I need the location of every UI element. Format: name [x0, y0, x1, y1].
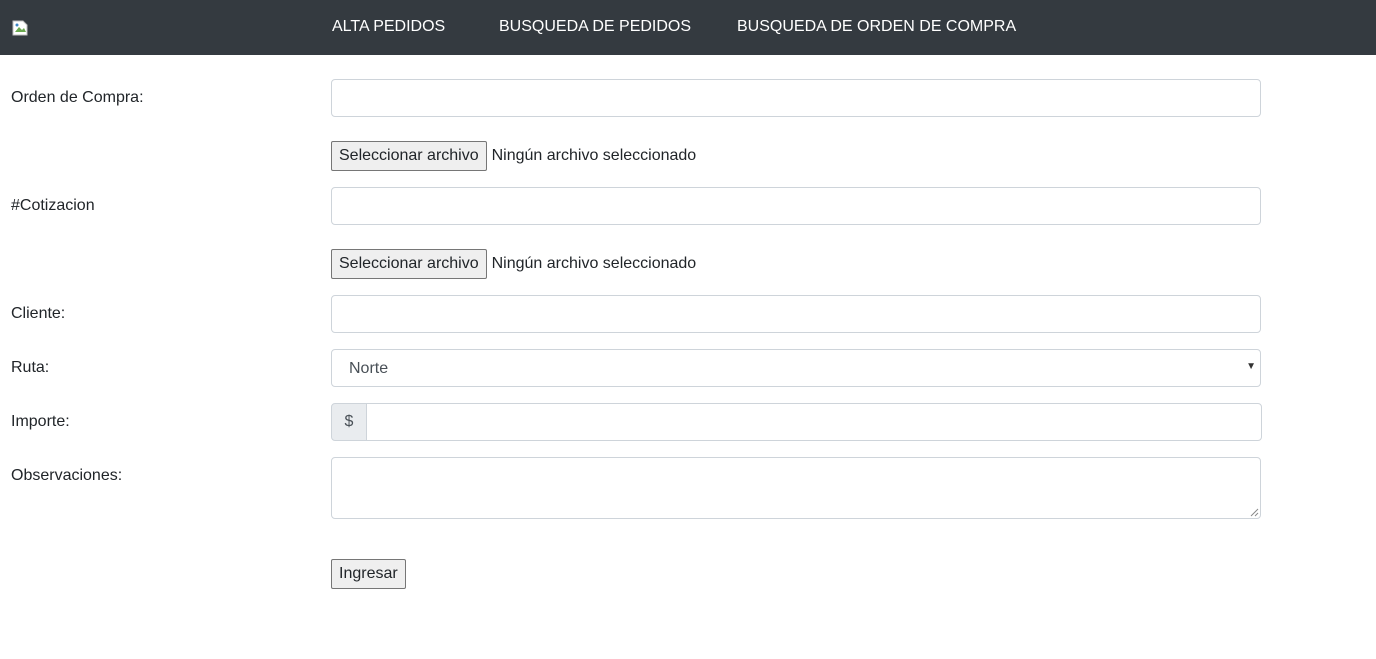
cotizacion-file-status: Ningún archivo seleccionado	[491, 255, 697, 272]
cotizacion-input[interactable]	[331, 187, 1261, 225]
orden-compra-file-picker: Seleccionar archivo Ningún archivo selec…	[331, 141, 696, 171]
cliente-label: Cliente:	[11, 305, 66, 322]
orden-compra-file-button[interactable]: Seleccionar archivo	[331, 141, 487, 171]
chevron-down-icon: ▼	[1246, 361, 1256, 372]
observaciones-label: Observaciones:	[11, 467, 123, 484]
ruta-select[interactable]: Norte ▼	[331, 349, 1261, 387]
nav-alta-pedidos[interactable]: ALTA PEDIDOS	[332, 18, 445, 36]
nav-busqueda-pedidos[interactable]: BUSQUEDA DE PEDIDOS	[499, 18, 691, 36]
cotizacion-file-picker: Seleccionar archivo Ningún archivo selec…	[331, 249, 696, 279]
importe-input[interactable]	[366, 403, 1262, 441]
cliente-input[interactable]	[331, 295, 1261, 333]
top-navbar: ALTA PEDIDOS BUSQUEDA DE PEDIDOS BUSQUED…	[0, 0, 1376, 55]
ruta-selected-value: Norte	[349, 360, 389, 377]
resize-grip-icon[interactable]	[1250, 508, 1259, 517]
broken-image-icon[interactable]	[12, 20, 28, 36]
observaciones-textarea[interactable]	[331, 457, 1261, 519]
cotizacion-label: #Cotizacion	[11, 197, 95, 214]
currency-addon: $	[331, 403, 367, 441]
orden-compra-label: Orden de Compra:	[11, 89, 144, 106]
nav-busqueda-orden-compra[interactable]: BUSQUEDA DE ORDEN DE COMPRA	[737, 18, 1016, 36]
orden-compra-file-status: Ningún archivo seleccionado	[491, 147, 697, 164]
ingresar-button[interactable]: Ingresar	[331, 559, 406, 589]
cotizacion-file-button[interactable]: Seleccionar archivo	[331, 249, 487, 279]
orden-compra-input[interactable]	[331, 79, 1261, 117]
importe-label: Importe:	[11, 413, 70, 430]
ruta-label: Ruta:	[11, 359, 50, 376]
